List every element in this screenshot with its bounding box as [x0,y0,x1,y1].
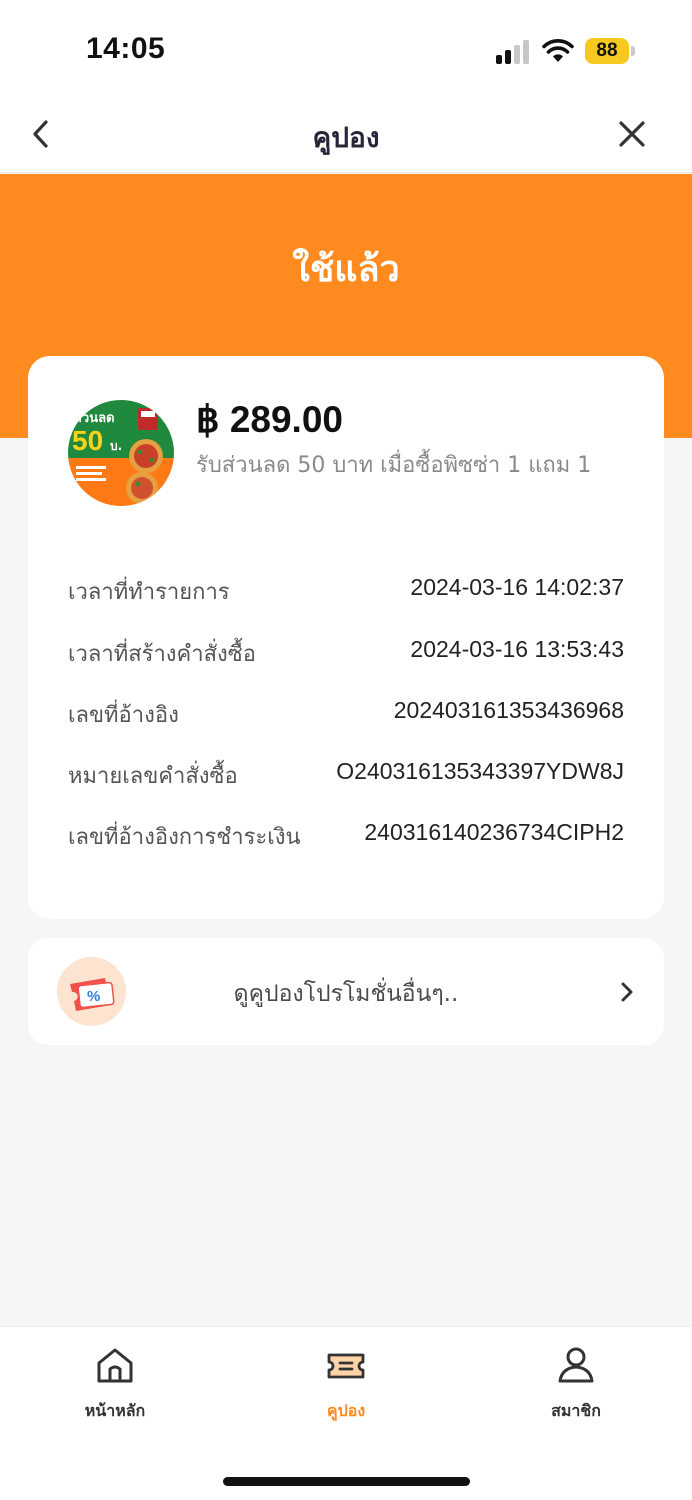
detail-row-order-number: หมายเลขคำสั่งซื้อ O240316135343397YDW8J [68,758,624,790]
detail-label: เลขที่อ้างอิง [68,703,179,728]
coupon-image: ส่วนลด 50 บ. [68,400,174,506]
page-title: คูปอง [312,121,380,154]
person-icon [558,1347,594,1383]
home-indicator[interactable] [223,1477,470,1486]
detail-label: หมายเลขคำสั่งซื้อ [68,764,238,789]
tab-home-label: หน้าหลัก [84,1401,146,1420]
coupon-status-text: ใช้แล้ว [292,249,400,290]
tab-member-label: สมาชิก [551,1401,601,1420]
chevron-right-icon [621,982,633,1002]
detail-value: 202403161353436968 [393,697,624,723]
coupon-image-text: ส่วนลด [74,411,115,426]
detail-row-payment-reference: เลขที่อ้างอิงการชำระเงิน 240316140236734… [68,819,624,851]
coupon-image-amount: 50 [72,425,103,456]
other-promotions-label: ดูคูปองโปรโมชั่นอื่นๆ.. [233,981,459,1007]
detail-value: O240316135343397YDW8J [336,758,624,784]
bottom-tab-bar: หน้าหลัก คูปอง สมาชิก [0,1326,692,1500]
status-bar: 14:05 88 [0,0,692,96]
detail-value: 2024-03-16 14:02:37 [410,574,624,600]
tab-member[interactable]: สมาชิก [516,1345,636,1425]
detail-row-order-created-time: เวลาที่สร้างคำสั่งซื้อ 2024-03-16 13:53:… [68,636,624,668]
battery-indicator: 88 [585,38,629,64]
home-icon [97,1348,133,1383]
battery-tip [631,46,635,56]
coupon-image-unit: บ. [110,439,122,453]
coupon-price: ฿ 289.00 [196,399,343,440]
detail-label: เลขที่อ้างอิงการชำระเงิน [68,825,301,850]
detail-value: 240316140236734CIPH2 [364,819,624,845]
tab-home[interactable]: หน้าหลัก [55,1345,175,1425]
detail-row-transaction-time: เวลาที่ทำรายการ 2024-03-16 14:02:37 [68,574,624,606]
wifi-icon [542,39,574,62]
detail-row-reference-number: เลขที่อ้างอิง 202403161353436968 [68,697,624,729]
status-time: 14:05 [86,32,166,65]
detail-label: เวลาที่สร้างคำสั่งซื้อ [68,642,256,667]
detail-label: เวลาที่ทำรายการ [68,580,230,605]
tab-coupon-label: คูปอง [326,1401,366,1420]
tab-coupon[interactable]: คูปอง [286,1345,406,1425]
coupon-description: รับส่วนลด 50 บาท เมื่อซื้อพิซซ่า 1 แถม 1 [196,453,592,478]
other-promotions-link[interactable]: % ดูคูปองโปรโมชั่นอื่นๆ.. [28,938,664,1045]
coupon-detail-card: ส่วนลด 50 บ. ฿ 289.00 รับส่วนลด 50 บาท เ… [28,356,664,919]
nav-bar: คูปอง [0,96,692,173]
signal-icon [496,40,529,64]
coupon-icon [327,1353,365,1379]
detail-value: 2024-03-16 13:53:43 [410,636,624,662]
close-icon[interactable] [614,116,650,152]
